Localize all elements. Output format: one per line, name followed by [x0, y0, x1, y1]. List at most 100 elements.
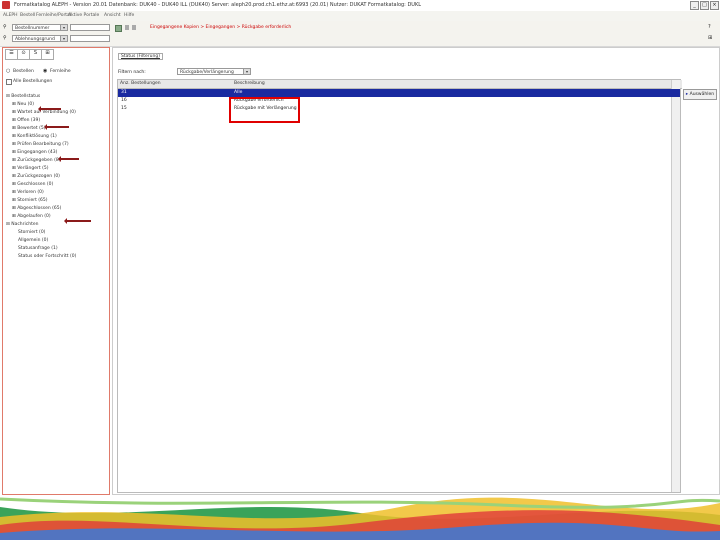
- radio-label-bestellen: Bestellen: [13, 69, 34, 74]
- cell-count: 31: [121, 90, 127, 95]
- red-arrow: [38, 106, 61, 112]
- nav-icon[interactable]: [132, 25, 136, 30]
- left-panel: ☰ ⊙ S ⊞ ○ Bestellen ◉ Fernleihe Alle Bes…: [2, 47, 110, 495]
- footer-swirl-graphic: [0, 495, 720, 540]
- checkbox-alle[interactable]: [6, 79, 12, 85]
- tree-item-label: Zurückgezogen (0): [17, 174, 60, 179]
- filter-input[interactable]: [70, 35, 110, 42]
- red-arrow: [44, 124, 69, 130]
- menu-item-bestell[interactable]: Bestell: [20, 13, 35, 18]
- chevron-down-icon[interactable]: ▾: [60, 36, 67, 41]
- tree-item[interactable]: ⊞ Verloren (0): [12, 190, 44, 195]
- tree-item-label: Bewertet (5): [17, 126, 46, 131]
- filter-dropdown[interactable]: Rückgabe/Verlängerung ▾: [177, 68, 251, 75]
- chevron-down-icon[interactable]: ▾: [243, 69, 250, 74]
- tree-item[interactable]: ⊞ Geschlossen (0): [12, 182, 53, 187]
- window-title: Formatkatalog ALEPH - Version 20.01 Date…: [14, 2, 422, 8]
- red-arrow: [58, 156, 79, 162]
- decorative-footer: [0, 495, 720, 540]
- tree-item[interactable]: ⊞ Abgeschlossen (65): [12, 206, 61, 211]
- dropdown-ablehnungsgrund[interactable]: Ablehnungsgrund ▾: [12, 35, 68, 42]
- table-row[interactable]: 15 Rückgabe mit Verlängerung: [118, 105, 680, 113]
- tree-item[interactable]: ⊞ Neu (0): [12, 102, 34, 107]
- tree-item-label: Verloren (0): [17, 190, 44, 195]
- search-input[interactable]: [70, 24, 110, 31]
- select-icon: ▸: [685, 92, 689, 97]
- tree-item[interactable]: ⊞ Verlängert (5): [12, 166, 48, 171]
- tree-item[interactable]: ⊞ Eingegangen (43): [12, 150, 57, 155]
- filter-label: Filtern nach:: [118, 70, 146, 75]
- close-icon[interactable]: ×: [710, 1, 719, 10]
- tree-item-label: Nachrichten: [11, 222, 39, 227]
- highlight-box: [229, 97, 300, 123]
- table-row[interactable]: 31 Alle: [118, 89, 680, 97]
- tree-item[interactable]: ⊞ Abgelaufen (0): [12, 214, 51, 219]
- tree-item[interactable]: ⊞ Prüfen Bearbeitung (7): [12, 142, 69, 147]
- tree-item[interactable]: ⊞ Wartet auf Verbindung (0): [12, 110, 76, 115]
- radio-fernleihe[interactable]: ◉: [43, 68, 47, 74]
- tree-item-label: Eingegangen (43): [17, 150, 58, 155]
- tree-item[interactable]: Storniert (0): [18, 230, 45, 235]
- tree-item[interactable]: ⊞ Bewertet (5): [12, 126, 45, 131]
- breadcrumb: Eingegangene Kopien > Eingegangen > Rück…: [150, 25, 292, 30]
- tree-item-label: Storniert (0): [18, 230, 46, 235]
- menu-item-ansicht[interactable]: Ansicht: [104, 13, 121, 18]
- maximize-icon[interactable]: □: [700, 1, 709, 10]
- scrollbar[interactable]: [671, 80, 680, 492]
- toolbar: ⚲ Bestellnummer ▾ ⚲ Ablehnungsgrund ▾ Eing…: [0, 21, 720, 47]
- tree-item-label: Prüfen Bearbeitung (7): [17, 142, 69, 147]
- tree-item-label: Status oder Fortschritt (0): [18, 254, 77, 259]
- cell-description: Alle: [234, 90, 243, 95]
- auswaehlen-button[interactable]: ▸ Auswählen: [683, 89, 717, 100]
- table-row[interactable]: 16 Rückgabe erforderlich: [118, 97, 680, 105]
- status-tree: ⊟ Bestellstatus ⊞ Neu (0) ⊞ Wartet auf Ver…: [3, 94, 109, 334]
- help-icon[interactable]: ?: [708, 24, 711, 30]
- menu-item-hilfe[interactable]: Hilfe: [124, 13, 134, 18]
- tree-item[interactable]: ⊞ Zurückgezogen (0): [12, 174, 60, 179]
- dropdown-bestellnummer[interactable]: Bestellnummer ▾: [12, 24, 68, 31]
- cell-count: 15: [121, 106, 127, 111]
- tree-item-label: Abgeschlossen (65): [17, 206, 62, 211]
- column-header-description[interactable]: Beschreibung: [232, 80, 682, 89]
- filter-icon[interactable]: ⚲: [3, 35, 7, 41]
- column-header-count[interactable]: Anz. Bestellungen: [118, 80, 233, 89]
- search-icon[interactable]: ⚲: [3, 24, 7, 30]
- radio-bestellen[interactable]: ○: [6, 68, 10, 74]
- minimize-icon[interactable]: _: [690, 1, 699, 10]
- tree-item[interactable]: ⊟ Bestellstatus: [6, 94, 40, 99]
- cell-count: 16: [121, 98, 127, 103]
- go-icon[interactable]: [115, 25, 122, 32]
- menu-item-fernleihe[interactable]: Fernleihe/Portal: [36, 13, 71, 18]
- menu-item-aleph[interactable]: ALEPH: [3, 13, 18, 18]
- tree-item[interactable]: ⊞ Storniert (65): [12, 198, 48, 203]
- tree-item-label: Zurückgegeben (8): [17, 158, 61, 163]
- tree-item-label: Wartet auf Verbindung (0): [17, 110, 76, 115]
- nav-icon[interactable]: [125, 25, 129, 30]
- tree-item-label: Abgelaufen (0): [17, 214, 51, 219]
- tree-item-label: Verlängert (5): [17, 166, 49, 171]
- tree-item-label: Allgemein (0): [18, 238, 49, 243]
- tree-item-label: Offen (39): [17, 118, 41, 123]
- tab-num[interactable]: ⊞: [41, 49, 54, 60]
- tree-item[interactable]: ⊞ Offen (39): [12, 118, 40, 123]
- menu-item-aktive-portale[interactable]: Aktive Portale: [68, 13, 99, 18]
- radio-label-fernleihe: Fernleihe: [50, 69, 71, 74]
- app-icon: [2, 1, 10, 9]
- results-table: Anz. Bestellungen Beschreibung 31 Alle 16 R…: [117, 79, 682, 493]
- tree-item[interactable]: Allgemein (0): [18, 238, 48, 243]
- tree-item[interactable]: ⊞ Konfliktlösung (1): [12, 134, 57, 139]
- tree-item-label: Bestellstatus: [11, 94, 41, 99]
- tree-item[interactable]: Statusanfrage (1): [18, 246, 58, 251]
- chevron-down-icon[interactable]: ▾: [60, 25, 67, 30]
- tree-item[interactable]: ⊞ Zurückgegeben (8): [12, 158, 60, 163]
- tab-status-filterung[interactable]: Status (Filterung): [118, 53, 163, 60]
- tree-item-label: Neu (0): [17, 102, 34, 107]
- red-arrow: [64, 218, 91, 224]
- tree-item[interactable]: Status oder Fortschritt (0): [18, 254, 76, 259]
- tree-item-label: Geschlossen (0): [17, 182, 54, 187]
- tree-item[interactable]: ⊟ Nachrichten: [6, 222, 38, 227]
- left-tabs: ☰ ⊙ S ⊞: [5, 49, 55, 60]
- tree-item-label: Storniert (65): [17, 198, 48, 203]
- expand-icon[interactable]: ⊞: [708, 35, 712, 41]
- checkbox-label: Alle Bestellungen: [13, 79, 53, 84]
